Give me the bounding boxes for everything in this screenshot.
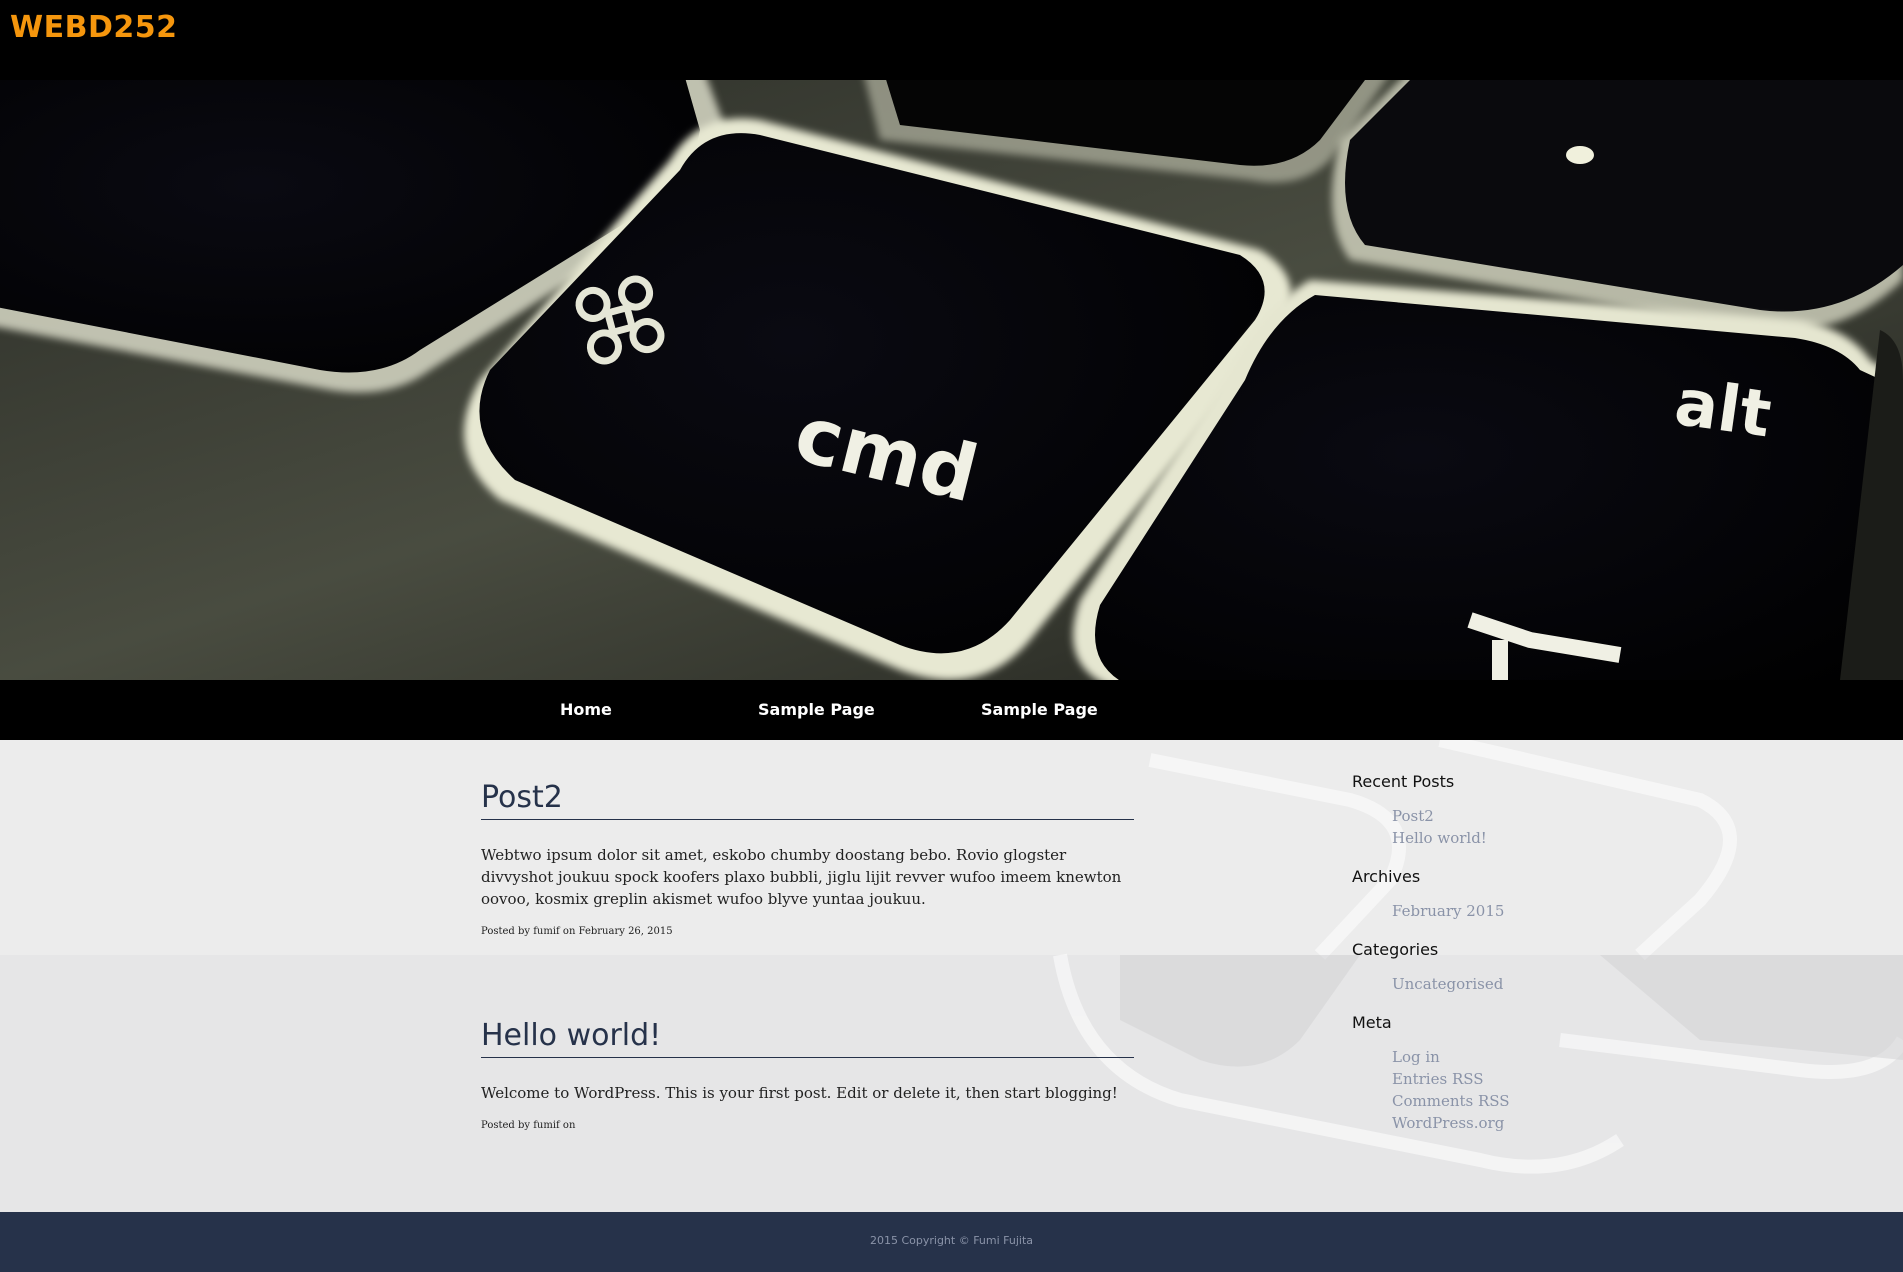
- archives-list: February 2015: [1392, 900, 1652, 922]
- list-item: February 2015: [1392, 900, 1652, 922]
- alt-key-label: alt: [1670, 366, 1775, 453]
- post-hello-world: Hello world! Welcome to WordPress. This …: [481, 1018, 1134, 1131]
- recent-posts-list: Post2 Hello world!: [1392, 805, 1652, 849]
- post-meta: Posted by fumif on: [481, 1120, 576, 1131]
- main-navigation: Home Sample Page Sample Page: [0, 680, 1903, 740]
- sidebar-link-february-2015[interactable]: February 2015: [1392, 902, 1504, 920]
- categories-list: Uncategorised: [1392, 973, 1652, 995]
- widget-heading-recent-posts: Recent Posts: [1352, 772, 1455, 791]
- list-item: WordPress.org: [1392, 1112, 1652, 1134]
- list-item: Comments RSS: [1392, 1090, 1652, 1112]
- footer-copyright: 2015 Copyright © Fumi Fujita: [869, 1234, 1034, 1247]
- post-body: Welcome to WordPress. This is your first…: [481, 1084, 1118, 1102]
- site-footer: 2015 Copyright © Fumi Fujita: [0, 1212, 1903, 1272]
- sidebar-link-hello-world[interactable]: Hello world!: [1392, 829, 1487, 847]
- meta-list: Log in Entries RSS Comments RSS WordPres…: [1392, 1046, 1652, 1134]
- post-post2: Post2 Webtwo ipsum dolor sit amet, eskob…: [481, 780, 1134, 937]
- sidebar-link-wordpress-org[interactable]: WordPress.org: [1392, 1114, 1504, 1132]
- list-item: Log in: [1392, 1046, 1652, 1068]
- sidebar-link-uncategorised[interactable]: Uncategorised: [1392, 975, 1503, 993]
- widget-heading-archives: Archives: [1352, 867, 1421, 886]
- sidebar: Recent Posts Post2 Hello world! Archives…: [1352, 772, 1652, 1152]
- list-item: Uncategorised: [1392, 973, 1652, 995]
- sidebar-link-log-in[interactable]: Log in: [1392, 1048, 1440, 1066]
- site-title-link[interactable]: WEBD252: [10, 10, 177, 45]
- nav-item-sample-page-2[interactable]: Sample Page: [981, 700, 1098, 719]
- post-title-link[interactable]: Post2: [481, 780, 563, 815]
- list-item: Hello world!: [1392, 827, 1652, 849]
- sidebar-link-entries-rss[interactable]: Entries RSS: [1392, 1070, 1484, 1088]
- list-item: Post2: [1392, 805, 1652, 827]
- list-item: Entries RSS: [1392, 1068, 1652, 1090]
- hero-keyboard-image: cmd alt: [0, 80, 1903, 680]
- post-title-link[interactable]: Hello world!: [481, 1018, 661, 1053]
- post-meta: Posted by fumif on February 26, 2015: [481, 926, 673, 937]
- post-body: Webtwo ipsum dolor sit amet, eskobo chum…: [481, 846, 1122, 908]
- nav-item-sample-page[interactable]: Sample Page: [758, 700, 875, 719]
- widget-heading-categories: Categories: [1352, 940, 1439, 959]
- sidebar-link-comments-rss[interactable]: Comments RSS: [1392, 1092, 1510, 1110]
- site-header: WEBD252: [0, 0, 1903, 80]
- sidebar-link-post2[interactable]: Post2: [1392, 807, 1434, 825]
- nav-item-home[interactable]: Home: [560, 700, 612, 719]
- content-area: Post2 Webtwo ipsum dolor sit amet, eskob…: [0, 740, 1903, 1212]
- widget-heading-meta: Meta: [1352, 1013, 1392, 1032]
